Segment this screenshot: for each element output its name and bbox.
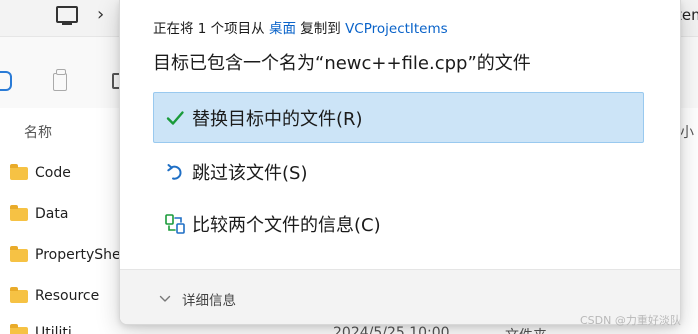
replace-or-skip-dialog: 正在将 1 个项目从 桌面 复制到 VCProjectItems 目标已包含一个…	[119, 0, 681, 325]
undo-arrow-icon	[164, 161, 186, 183]
details-toggle[interactable]: 详细信息	[157, 289, 236, 309]
watermark: CSDN @力重好淡队	[580, 314, 681, 327]
list-item[interactable]: Utiliti	[10, 322, 72, 334]
folder-icon	[10, 163, 28, 180]
status-middle: 复制到	[295, 21, 346, 37]
folder-name: PropertyShe	[35, 247, 121, 263]
column-header-size-fragment[interactable]: 小	[680, 122, 694, 142]
column-header-name[interactable]: 名称	[24, 122, 52, 142]
status-prefix: 正在将 1 个项目从	[153, 21, 269, 37]
copy-icon[interactable]	[53, 69, 67, 91]
folder-icon	[10, 204, 28, 221]
breadcrumb-chevron-icon[interactable]: ›	[97, 4, 104, 25]
conflict-headline: 目标已包含一个名为“newc++file.cpp”的文件	[153, 53, 531, 74]
list-item[interactable]: Data	[10, 203, 68, 225]
this-pc-icon[interactable]	[56, 6, 78, 25]
compare-files-option[interactable]: 比较两个文件的信息(C)	[153, 198, 644, 249]
folder-icon	[10, 245, 28, 262]
folder-name: Utiliti	[35, 325, 72, 334]
folder-type: 文件夹	[505, 325, 547, 334]
screen: › tem 名称 小 Code Data PropertyShe Resourc…	[0, 0, 698, 334]
replace-file-option[interactable]: 替换目标中的文件(R)	[153, 92, 644, 143]
skip-file-label: 跳过该文件(S)	[192, 162, 308, 184]
skip-file-option[interactable]: 跳过该文件(S)	[153, 146, 644, 197]
replace-file-label: 替换目标中的文件(R)	[192, 108, 363, 130]
copy-status-line: 正在将 1 个项目从 桌面 复制到 VCProjectItems	[153, 17, 448, 37]
details-label: 详细信息	[182, 293, 236, 309]
compare-files-label: 比较两个文件的信息(C)	[192, 214, 381, 236]
chevron-down-icon	[157, 291, 173, 307]
list-item[interactable]: PropertyShe	[10, 244, 121, 266]
destination-folder-link[interactable]: VCProjectItems	[345, 21, 448, 37]
list-item[interactable]: Resource	[10, 285, 99, 307]
folder-name: Data	[35, 206, 69, 222]
folder-date-modified: 2024/5/25 10:00	[333, 325, 450, 334]
compare-files-icon	[164, 213, 186, 235]
cut-icon[interactable]	[0, 71, 12, 91]
checkmark-icon	[164, 107, 186, 129]
source-folder-link[interactable]: 桌面	[269, 21, 296, 37]
folder-name: Code	[35, 165, 71, 181]
folder-name: Resource	[35, 288, 100, 304]
list-item[interactable]: Code	[10, 162, 71, 184]
folder-icon	[10, 286, 28, 303]
folder-icon	[10, 323, 28, 334]
